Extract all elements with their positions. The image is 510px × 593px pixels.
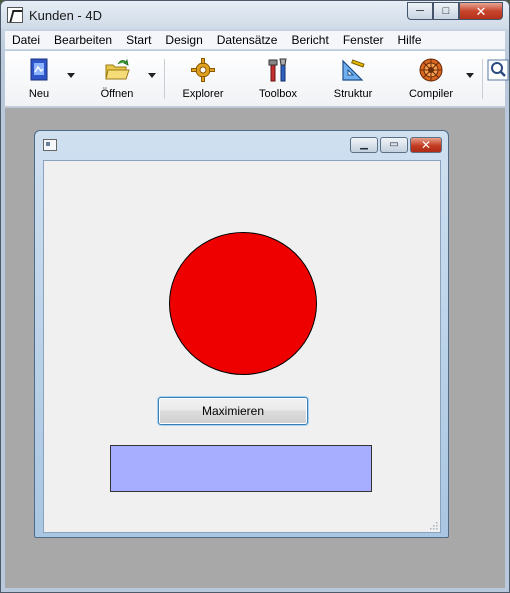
compiler-wheel-icon [419,58,443,82]
red-circle-shape [169,232,317,375]
maximize-action-button[interactable]: Maximieren [158,397,308,425]
menu-bar: Datei Bearbeiten Start Design Datensätze… [5,31,505,50]
form-client-area: Maximieren [43,160,441,533]
form-window-icon [43,139,57,151]
menu-fenster[interactable]: Fenster [336,33,391,47]
form-close-button[interactable]: ✕ [410,137,442,153]
maximize-icon: □ [442,4,450,17]
caption-buttons: ─ □ ✕ [407,2,503,20]
explorer-gear-icon [191,58,215,82]
toolbox-tools-icon [268,58,287,82]
menu-start[interactable]: Start [119,33,158,47]
toolbar-separator [164,59,165,99]
close-icon: ✕ [475,3,487,19]
structure-label: Struktur [333,88,373,100]
toolbox-label: Toolbox [259,88,297,100]
menu-design[interactable]: Design [158,33,209,47]
maximize-button[interactable]: □ [433,2,459,20]
form-window: ▁ ▭ ✕ Maximieren [34,130,449,538]
minimize-button[interactable]: ─ [407,2,433,20]
new-button[interactable]: Neu [19,51,59,107]
menu-bericht[interactable]: Bericht [284,33,335,47]
open-folder-icon [105,58,130,80]
open-button[interactable]: Öffnen [93,51,141,107]
close-icon: ✕ [420,138,432,152]
resize-grip-icon[interactable] [428,520,438,530]
form-caption-buttons: ▁ ▭ ✕ [350,137,442,153]
search-button[interactable] [487,51,509,107]
search-icon [487,59,509,81]
compiler-dropdown-icon[interactable] [466,73,474,78]
form-maximize-button[interactable]: ▭ [380,137,408,153]
blue-rectangle-shape [110,445,372,492]
structure-button[interactable]: Struktur [327,51,379,107]
maximize-icon: ▭ [389,139,399,150]
form-minimize-button[interactable]: ▁ [350,137,378,153]
toolbox-button[interactable]: Toolbox [253,51,303,107]
window-title: Kunden - 4D [29,7,102,23]
new-dropdown-icon[interactable] [67,73,75,78]
form-title-bar[interactable]: ▁ ▭ ✕ [35,131,448,159]
app-4d-icon [7,7,23,23]
menu-hilfe[interactable]: Hilfe [391,33,429,47]
new-label: Neu [28,88,50,100]
application-window: Kunden - 4D ─ □ ✕ Datei Bearbeiten Start… [0,0,510,593]
compiler-label: Compiler [408,88,453,100]
title-bar[interactable]: Kunden - 4D ─ □ ✕ [1,1,509,29]
toolbar: Neu Öffnen Explorer Toolbox Struktur Com… [5,51,509,107]
minimize-icon: ─ [416,4,424,17]
open-dropdown-icon[interactable] [148,73,156,78]
menu-bearbeiten[interactable]: Bearbeiten [47,33,119,47]
explorer-button[interactable]: Explorer [177,51,229,107]
open-label: Öffnen [100,88,134,100]
structure-triangle-icon [342,59,365,81]
close-button[interactable]: ✕ [459,2,503,20]
compiler-button[interactable]: Compiler [405,51,457,107]
explorer-label: Explorer [182,88,224,100]
new-document-icon [30,58,48,81]
menu-datei[interactable]: Datei [5,33,47,47]
menu-datensaetze[interactable]: Datensätze [210,33,285,47]
toolbar-separator [482,59,483,99]
minimize-icon: ▁ [360,139,368,150]
